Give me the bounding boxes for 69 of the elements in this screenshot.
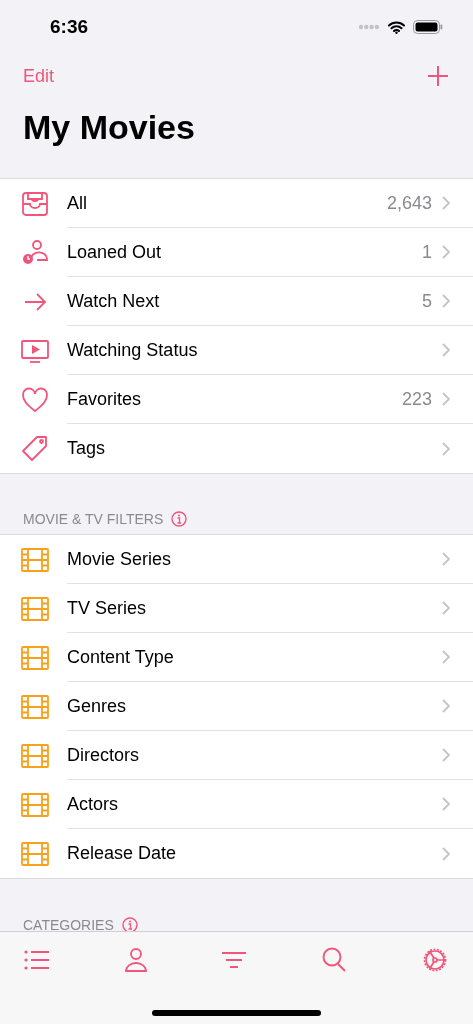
list-item[interactable]: Genres [0,682,473,731]
chevron-icon [442,699,450,713]
list-item[interactable]: Watch Next 5 [0,277,473,326]
list-item[interactable]: TV Series [0,584,473,633]
search-icon[interactable] [321,947,347,973]
list-item[interactable]: Directors [0,731,473,780]
list-item[interactable]: Actors [0,780,473,829]
item-count: 5 [422,290,432,312]
tray-icon [21,189,49,218]
item-label: Watching Status [67,339,199,361]
list-item[interactable]: All 2,643 [0,179,473,228]
chevron-icon [442,196,450,210]
list-item[interactable]: Loaned Out 1 [0,228,473,277]
film-icon [21,594,49,623]
page-title: My Movies [22,107,196,148]
info-icon[interactable] [171,511,188,527]
item-label: Loaned Out [67,241,163,263]
person-clock-icon [21,238,49,267]
item-count: 2,643 [386,192,432,214]
chevron-icon [442,245,450,259]
list-icon[interactable] [24,949,50,971]
film-icon [21,741,49,770]
list-item[interactable]: Favorites 223 [0,375,473,424]
list-item[interactable]: Tags [0,424,473,473]
info-icon[interactable] [121,917,138,933]
chevron-icon [442,552,450,566]
status-time: 6:36 [50,16,89,38]
section-header: MOVIE & TV FILTERS [23,511,164,527]
chevron-icon [442,294,450,308]
heart-icon [21,385,49,414]
wifi-icon [388,20,405,34]
battery-icon [413,20,443,34]
add-icon[interactable] [428,66,448,86]
item-label: All [67,192,88,214]
chevron-icon [442,650,450,664]
item-label: Tags [67,438,107,459]
item-label: Release Date [67,843,178,864]
chevron-icon [442,392,450,406]
chevron-icon [442,441,450,456]
section-header: CATEGORIES [23,917,114,933]
item-label: Movie Series [67,548,173,570]
tag-icon [21,434,49,463]
item-label: Content Type [67,646,175,668]
list-item[interactable]: Content Type [0,633,473,682]
filter-icon[interactable] [221,950,247,970]
signal-icon [358,24,380,30]
person-icon[interactable] [124,947,147,973]
list-item[interactable]: Watching Status [0,326,473,375]
item-count: 1 [422,241,432,263]
chevron-icon [442,343,450,357]
chevron-icon [442,601,450,615]
film-icon [21,692,49,721]
list-item[interactable]: Release Date [0,829,473,878]
item-label: Directors [67,744,140,766]
list-item[interactable]: Movie Series [0,535,473,584]
item-count: 223 [401,388,432,410]
film-icon [21,790,49,819]
settings-icon[interactable] [421,946,449,974]
film-icon [21,839,49,868]
item-label: Genres [67,695,128,717]
item-label: TV Series [67,597,148,619]
chevron-icon [442,846,450,861]
film-icon [21,545,49,574]
item-label: Actors [67,793,119,815]
chevron-icon [442,748,450,762]
film-icon [21,643,49,672]
chevron-icon [442,797,450,811]
item-label: Favorites [67,388,143,410]
item-label: Watch Next [67,290,161,312]
